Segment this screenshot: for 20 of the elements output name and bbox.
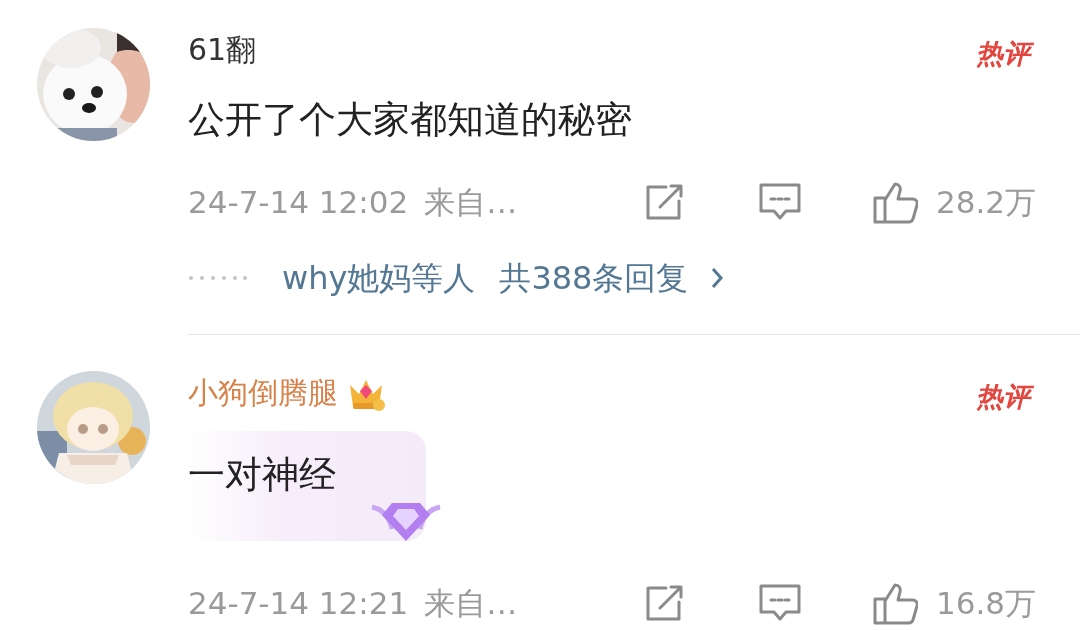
timestamp: 24-7-14 12:21 — [188, 584, 409, 623]
hot-comment-label: 热评 — [974, 34, 1036, 74]
username[interactable]: 61翻 — [188, 28, 257, 72]
username[interactable]: 小狗倒腾腿 — [188, 371, 338, 415]
source-label: 来自… — [424, 584, 518, 623]
comment-icon[interactable] — [757, 583, 802, 623]
like-count: 28.2万 — [935, 183, 1036, 222]
timestamp: 24-7-14 12:02 — [188, 183, 409, 222]
hot-comment-label: 热评 — [974, 377, 1036, 417]
thumbs-up-icon[interactable] — [871, 581, 918, 625]
like-count: 16.8万 — [935, 584, 1036, 623]
thumbs-up-icon[interactable] — [871, 180, 918, 224]
dots-icon — [188, 275, 248, 281]
chevron-right-icon[interactable] — [710, 266, 725, 290]
reply-users[interactable]: why她妈等人 — [282, 256, 476, 300]
comment-text: 公开了个大家都知道的秘密 — [188, 98, 632, 141]
comment-icon[interactable] — [757, 182, 802, 222]
comment-text: 一对神经 — [188, 453, 336, 496]
reply-count-link[interactable]: 共388条回复 — [499, 256, 689, 300]
source-label: 来自… — [424, 183, 518, 222]
